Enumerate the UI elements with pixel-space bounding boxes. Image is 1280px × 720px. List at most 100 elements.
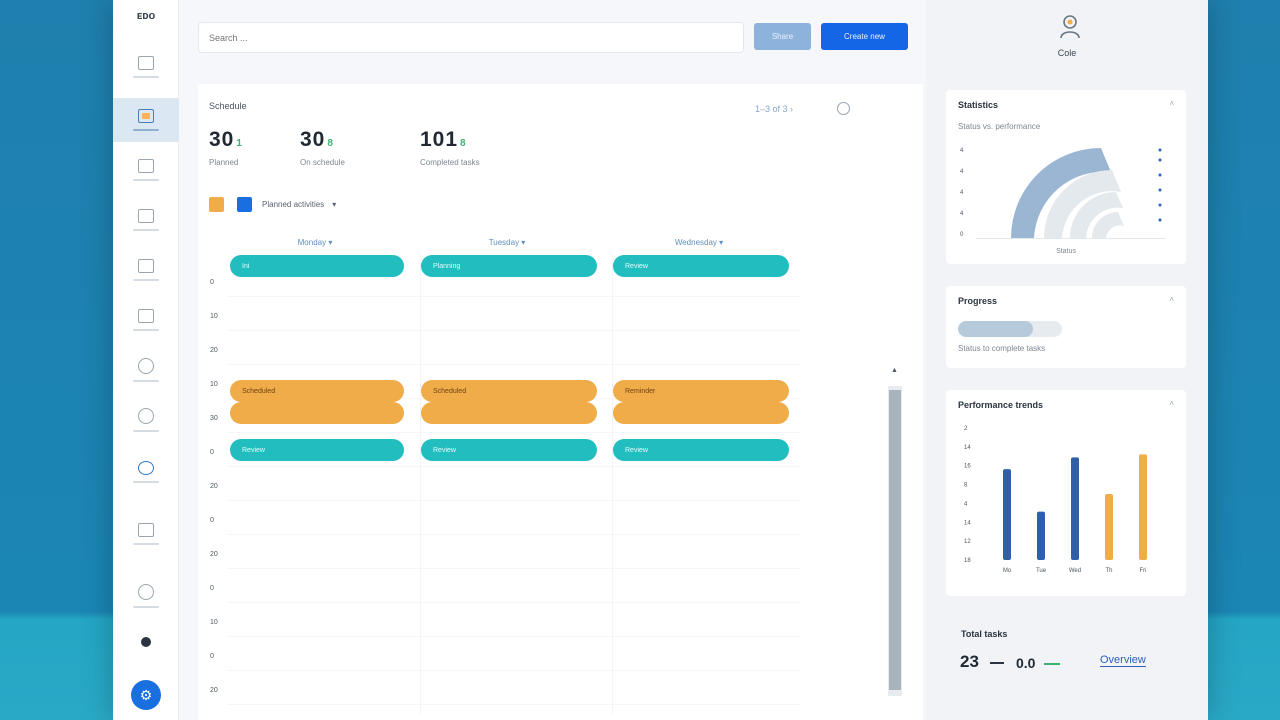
dashboard-icon [138, 56, 154, 70]
time-row-label: 20 [210, 347, 218, 354]
time-row-label: 0 [210, 653, 214, 660]
progress-card: Progress ˄ Status to complete tasks [946, 286, 1186, 368]
refresh-icon[interactable] [837, 102, 850, 115]
event-pill[interactable] [230, 402, 404, 424]
performance-card: Performance trends ˄ 2 14 16 8 4 14 12 18 Mo Tue W… [946, 390, 1186, 596]
totals-title: Total tasks [961, 629, 1008, 639]
time-row-label: 0 [210, 585, 214, 592]
y-tick: 4 [960, 169, 964, 175]
time-row-label: 0 [210, 517, 214, 524]
card-subtitle: Status to complete tasks [958, 344, 1046, 353]
app-logo: ᴇᴅᴏ [136, 10, 156, 22]
y-tick: 4 [960, 211, 964, 217]
y-tick-label: 14 [964, 445, 971, 451]
overview-link[interactable]: Overview [1100, 654, 1146, 667]
user-avatar-icon[interactable] [1059, 14, 1081, 40]
y-tick-label: 18 [964, 558, 971, 564]
pagination[interactable]: 1–3 of 3 › [755, 104, 793, 114]
settings-fab-button[interactable]: ⚙ [131, 680, 161, 710]
sidebar-item-dashboard[interactable] [113, 45, 179, 89]
event-pill[interactable] [421, 402, 597, 424]
y-tick: 4 [960, 190, 964, 196]
bar-wed[interactable] [1071, 457, 1079, 560]
column-header-monday[interactable]: Monday ▾ [228, 238, 402, 247]
event-pill[interactable]: Review [230, 439, 404, 461]
x-tick-label: Th [1105, 568, 1112, 574]
event-pill[interactable]: Review [421, 439, 597, 461]
statistics-card: Statistics ˄ Status vs. performance 4 4 … [946, 90, 1186, 264]
bar-mo[interactable] [1003, 469, 1011, 560]
search-input[interactable] [199, 23, 743, 52]
kpi-planned: 30 1 Planned [209, 128, 243, 167]
clock-icon [138, 408, 154, 424]
user-name: Cole [1057, 48, 1077, 58]
legend-swatch-orange [209, 197, 224, 212]
create-new-button[interactable]: Create new [821, 23, 908, 50]
time-row-label: 20 [210, 483, 218, 490]
settings-icon [141, 637, 151, 647]
sidebar-item-globe[interactable] [113, 450, 179, 494]
scroll-up-arrow[interactable]: ▲ [891, 367, 898, 374]
y-tick-label: 14 [964, 520, 971, 526]
time-row-label: 0 [210, 279, 214, 286]
totals-value-primary: 23 [960, 652, 979, 671]
time-row-label: 10 [210, 619, 218, 626]
x-tick-label: Mo [1003, 568, 1012, 574]
sidebar-item-search[interactable] [113, 348, 179, 392]
bar-tue[interactable] [1037, 511, 1045, 560]
card-title: Statistics [958, 100, 999, 110]
card-footer: Status [1056, 248, 1076, 255]
event-pill[interactable]: Ini [230, 255, 404, 277]
progress-fill [958, 321, 1033, 337]
column-header-tuesday[interactable]: Tuesday ▾ [420, 238, 594, 247]
sidebar: ᴇᴅᴏ ⚙ [113, 0, 179, 720]
event-pill[interactable]: Review [613, 255, 789, 277]
event-pill[interactable]: Reminder [613, 380, 789, 402]
radial-arc-chart: 4 4 4 4 0 [960, 148, 1166, 239]
time-row-label: 20 [210, 687, 218, 694]
time-row-label: 10 [210, 381, 218, 388]
x-tick-label: Fri [1140, 568, 1147, 574]
sidebar-item-documents[interactable] [113, 198, 179, 242]
totals-value-secondary: 0.0 [1016, 655, 1036, 671]
bar-fri[interactable] [1139, 454, 1147, 560]
card-title: Performance trends [958, 400, 1044, 410]
arc-core [1092, 212, 1124, 238]
event-pill[interactable]: Review [613, 439, 789, 461]
bar-th[interactable] [1105, 494, 1113, 560]
scrollbar-thumb[interactable] [889, 390, 901, 690]
legend-filter[interactable]: Planned activities ▾ [209, 197, 336, 212]
y-tick: 4 [960, 148, 964, 154]
chevron-up-icon[interactable]: ˄ [1169, 99, 1174, 108]
share-button[interactable]: Share [754, 23, 811, 50]
y-tick-label: 4 [964, 501, 968, 507]
sidebar-item-history[interactable] [113, 398, 179, 442]
chevron-up-icon[interactable]: ˄ [1169, 399, 1174, 408]
y-tick: 0 [960, 232, 964, 238]
event-pill[interactable]: Planning [421, 255, 597, 277]
card-title: Progress [958, 296, 998, 306]
chevron-up-icon[interactable]: ˄ [1169, 295, 1174, 304]
document-icon [138, 209, 154, 223]
scrollbar[interactable] [888, 386, 902, 696]
globe-icon [138, 461, 154, 475]
event-pill[interactable] [613, 402, 789, 424]
sidebar-item-clipboard[interactable] [113, 148, 179, 192]
column-header-wednesday[interactable]: Wednesday ▾ [612, 238, 786, 247]
time-row-label: 10 [210, 313, 218, 320]
sidebar-item-settings[interactable] [113, 620, 179, 664]
sidebar-item-images[interactable] [113, 248, 179, 292]
sidebar-item-files[interactable] [113, 512, 179, 556]
event-pill[interactable]: Scheduled [421, 380, 597, 402]
section-title: Schedule [209, 101, 247, 111]
sidebar-item-list[interactable] [113, 298, 179, 342]
time-row-label: 30 [210, 415, 218, 422]
file-icon [138, 523, 154, 537]
event-pill[interactable]: Scheduled [230, 380, 404, 402]
time-row-label: 20 [210, 551, 218, 558]
search-bar [198, 22, 744, 53]
app-window: ᴇᴅᴏ ⚙ Search ... Share Create new Schedu… [113, 0, 1208, 720]
sidebar-item-calendar[interactable] [113, 98, 179, 142]
info-icon [138, 584, 154, 600]
sidebar-item-info[interactable] [113, 574, 179, 618]
